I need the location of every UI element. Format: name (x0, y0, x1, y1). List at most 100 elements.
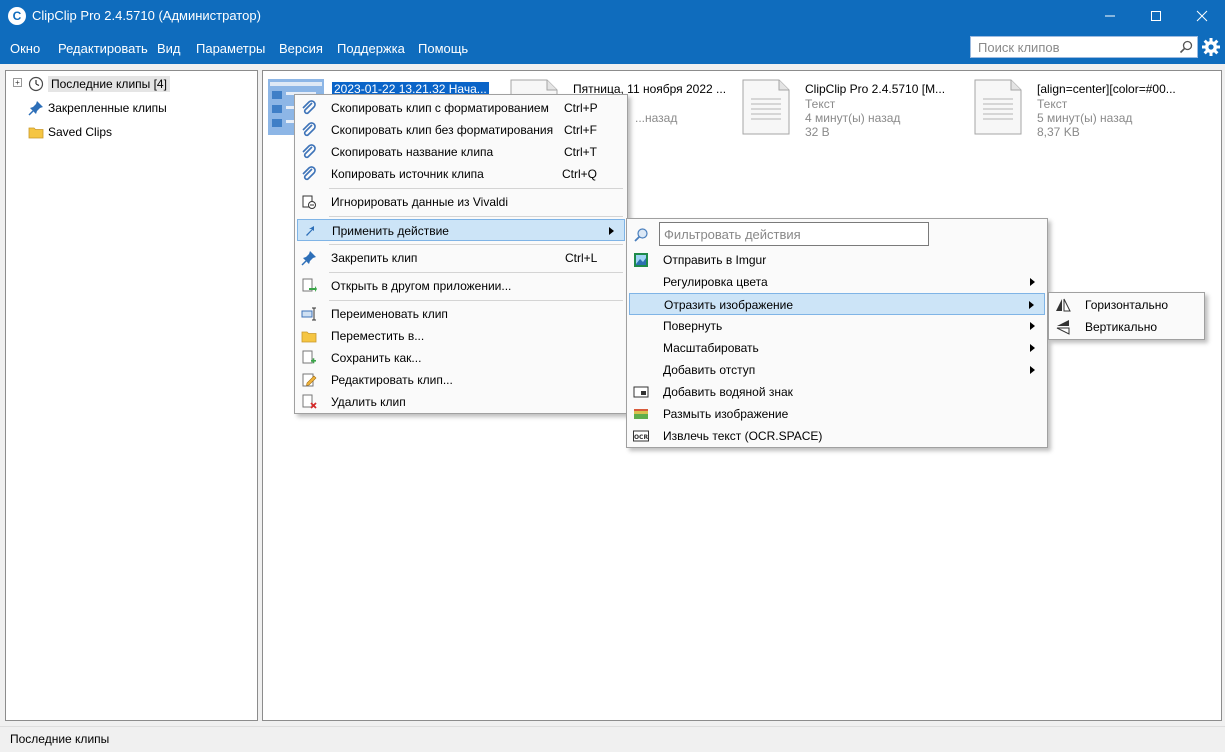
clock-icon (28, 76, 44, 92)
action-rotate[interactable]: Повернуть (629, 315, 1045, 337)
minimize-icon (1105, 15, 1115, 17)
window-title: ClipClip Pro 2.4.5710 (Администратор) (32, 8, 261, 23)
clip-item[interactable]: ClipClip Pro 2.4.5710 [M... Текст 4 мину… (739, 79, 959, 143)
action-send-to-imgur[interactable]: Отправить в Imgur (629, 249, 1045, 271)
menu-item-label: Отправить в Imgur (663, 253, 767, 267)
menu-window[interactable]: Окно (10, 41, 40, 56)
svg-text:OCR: OCR (634, 434, 649, 441)
tree-item-saved-clips[interactable]: Saved Clips (28, 121, 112, 143)
app-logo-icon: C (8, 7, 26, 25)
ignore-app-icon (302, 195, 316, 209)
menu-help[interactable]: Помощь (418, 41, 468, 56)
tree-item-pinned-clips[interactable]: Закрепленные клипы (28, 97, 167, 119)
window-header: C ClipClip Pro 2.4.5710 (Администратор) … (0, 0, 1225, 64)
menu-item-label: Добавить водяной знак (663, 385, 793, 399)
blur-icon (634, 409, 648, 419)
submenu-arrow-icon (1030, 344, 1035, 352)
menu-edit[interactable]: Редактировать (58, 41, 148, 56)
search-icon[interactable] (1179, 40, 1193, 54)
menu-copy-without-formatting[interactable]: Скопировать клип без форматирования Ctrl… (297, 119, 625, 141)
actions-submenu: Отправить в Imgur Регулировка цвета Отра… (626, 218, 1048, 448)
menu-save-as[interactable]: Сохранить как... (297, 347, 625, 369)
menu-delete-clip[interactable]: Удалить клип (297, 391, 625, 413)
menu-version[interactable]: Версия (279, 41, 323, 56)
text-document-icon (742, 79, 790, 135)
menu-item-label: Добавить отступ (663, 363, 756, 377)
menu-pin-clip[interactable]: Закрепить клип Ctrl+L (297, 247, 625, 269)
menu-separator (329, 244, 623, 245)
gear-icon[interactable] (1201, 37, 1221, 57)
menu-ignore-vivaldi[interactable]: Игнорировать данные из Vivaldi (297, 191, 625, 213)
menu-settings[interactable]: Параметры (196, 41, 265, 56)
menu-copy-clip-name[interactable]: Скопировать название клипа Ctrl+T (297, 141, 625, 163)
action-ocr-extract[interactable]: OCR Извлечь текст (OCR.SPACE) (629, 425, 1045, 447)
menu-item-label: Горизонтально (1085, 298, 1169, 312)
flip-submenu: Горизонтально Вертикально (1048, 292, 1205, 340)
menu-item-label: Открыть в другом приложении... (331, 279, 512, 293)
open-with-icon (302, 278, 317, 292)
menu-view[interactable]: Вид (157, 41, 181, 56)
clip-name: ClipClip Pro 2.4.5710 [M... (805, 82, 946, 96)
clip-type: Текст (805, 97, 836, 111)
menu-item-shortcut: Ctrl+P (564, 101, 598, 115)
menu-item-shortcut: Ctrl+T (564, 145, 597, 159)
expand-toggle[interactable]: + (13, 78, 22, 87)
status-bar: Последние клипы (0, 726, 1225, 752)
maximize-icon (1151, 11, 1161, 21)
minimize-button[interactable] (1087, 0, 1133, 32)
submenu-arrow-icon (1030, 366, 1035, 374)
menu-item-label: Переместить в... (331, 329, 425, 343)
menu-move-to[interactable]: Переместить в... (297, 325, 625, 347)
submenu-arrow-icon (1030, 322, 1035, 330)
close-button[interactable] (1179, 0, 1225, 32)
flip-vertical-icon (1056, 320, 1070, 335)
action-color-adjust[interactable]: Регулировка цвета (629, 271, 1045, 293)
clip-tree: Последние клипы [4] + Закрепленные клипы… (5, 70, 258, 721)
clip-type: Текст (1037, 97, 1068, 111)
tree-item-label: Saved Clips (48, 125, 113, 139)
action-blur-image[interactable]: Размыть изображение (629, 403, 1045, 425)
action-flip-image[interactable]: Отразить изображение (629, 293, 1045, 315)
menu-item-label: Удалить клип (331, 395, 406, 409)
menu-item-label: Переименовать клип (331, 307, 448, 321)
menu-item-label: Игнорировать данные из Vivaldi (331, 195, 508, 209)
menu-item-label: Редактировать клип... (331, 373, 453, 387)
menu-copy-with-formatting[interactable]: Скопировать клип с форматированием Ctrl+… (297, 97, 625, 119)
edit-pencil-icon (302, 373, 317, 387)
watermark-icon (633, 386, 649, 398)
clip-time: ...назад (635, 111, 678, 125)
action-scale[interactable]: Масштабировать (629, 337, 1045, 359)
clip-item[interactable]: [align=center][color=#00... Текст 5 мину… (971, 79, 1191, 143)
flip-vertical[interactable]: Вертикально (1051, 316, 1202, 338)
flip-horizontal[interactable]: Горизонтально (1051, 294, 1202, 316)
close-icon (1196, 10, 1208, 22)
filter-search-icon (634, 228, 648, 242)
menu-item-shortcut: Ctrl+Q (562, 167, 598, 181)
menu-edit-clip[interactable]: Редактировать клип... (297, 369, 625, 391)
menu-item-label: Скопировать название клипа (331, 145, 494, 159)
menu-item-label: Копировать источник клипа (331, 167, 484, 181)
menu-apply-action[interactable]: Применить действие (297, 219, 625, 241)
clip-size: 32 B (805, 125, 830, 139)
maximize-button[interactable] (1133, 0, 1179, 32)
menu-item-label: Закрепить клип (331, 251, 418, 265)
search-input[interactable] (971, 37, 1171, 57)
menu-support[interactable]: Поддержка (337, 41, 405, 56)
menu-item-label: Повернуть (663, 319, 723, 333)
clip-time: 5 минут(ы) назад (1037, 111, 1133, 125)
menu-copy-clip-source[interactable]: Копировать источник клипа Ctrl+Q (297, 163, 625, 185)
paperclip-icon (302, 122, 316, 137)
pin-icon (28, 101, 43, 116)
action-add-watermark[interactable]: Добавить водяной знак (629, 381, 1045, 403)
folder-icon (28, 127, 44, 139)
menu-rename-clip[interactable]: Переименовать клип (297, 303, 625, 325)
menu-open-in-other-app[interactable]: Открыть в другом приложении... (297, 275, 625, 297)
text-document-icon (974, 79, 1022, 135)
tree-item-recent-clips[interactable]: Последние клипы [4] (28, 73, 170, 95)
menu-separator (329, 216, 623, 217)
folder-icon (301, 331, 317, 343)
submenu-arrow-icon (609, 227, 614, 235)
action-add-padding[interactable]: Добавить отступ (629, 359, 1045, 381)
title-bar: C ClipClip Pro 2.4.5710 (Администратор) (0, 0, 1225, 32)
filter-actions-input[interactable] (660, 223, 922, 245)
